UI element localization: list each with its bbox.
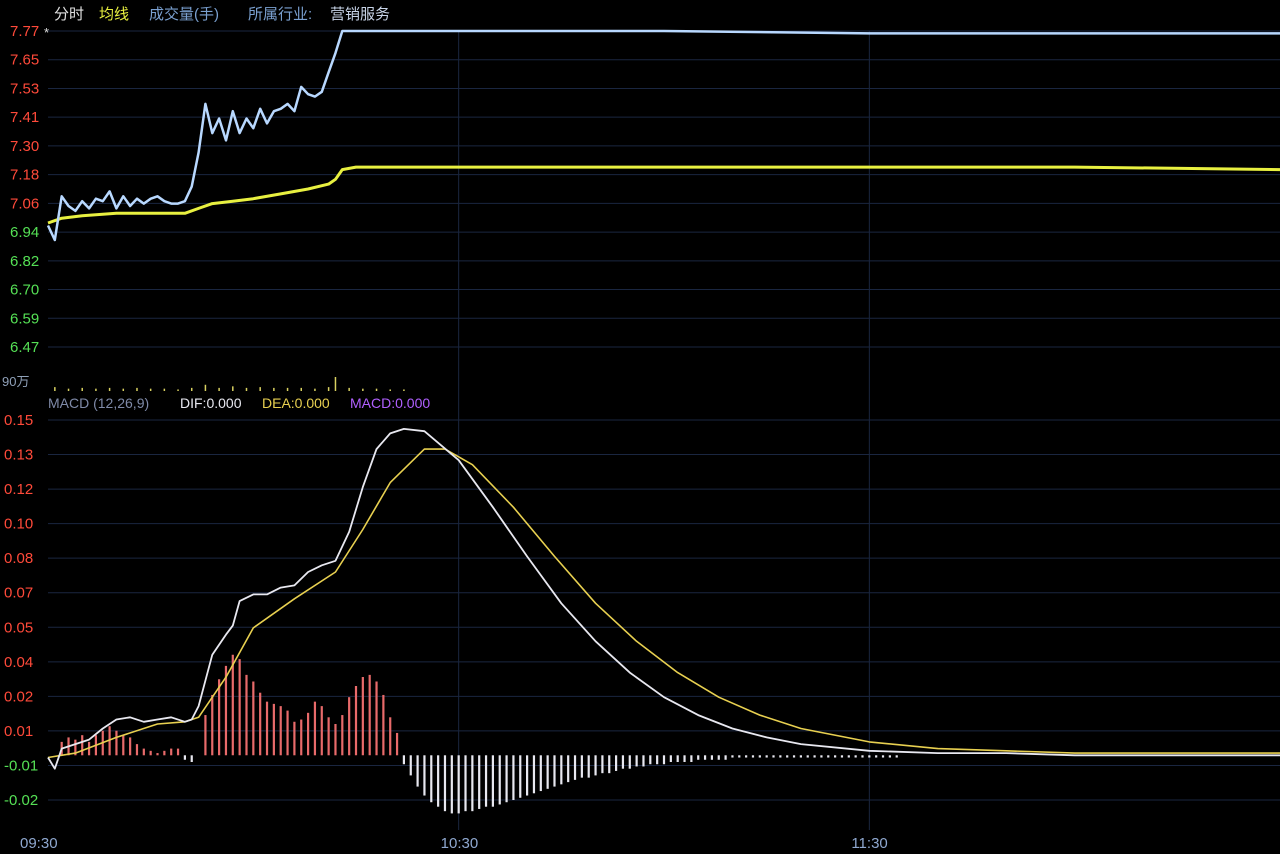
price-marker-icon: * [44, 25, 49, 40]
macd-tick-label: 0.05 [4, 619, 33, 636]
time-axis: 09:30 10:30 11:30 [20, 835, 888, 852]
macd-tick-label: 0.12 [4, 481, 33, 498]
price-tick-label: 7.18 [10, 167, 39, 184]
price-tick-label: 6.82 [10, 253, 39, 270]
chart-canvas: 7.77 7.65 7.53 7.41 7.30 7.18 7.06 6.94 6.82 6.70… [2, 23, 1280, 852]
price-tick-label: 7.06 [10, 195, 39, 212]
price-tick-label: 7.77 [10, 23, 39, 40]
macd-tick-label: 0.04 [4, 654, 33, 671]
avg-price-line [47, 165, 1280, 225]
macd-tick-label: 0.07 [4, 585, 33, 602]
macd-tick-label: -0.01 [4, 757, 38, 774]
price-tick-label: 7.30 [10, 138, 39, 155]
macd-tick-label: 0.13 [4, 447, 33, 464]
volume-axis-label: 90万 [2, 374, 29, 389]
dif-value: DIF:0.000 [180, 395, 242, 411]
macd-indicator-name: MACD (12,26,9) [48, 395, 150, 411]
price-tick-label: 6.59 [10, 310, 39, 327]
volume-bars [54, 377, 405, 391]
price-axis: 7.77 7.65 7.53 7.41 7.30 7.18 7.06 6.94 6.82 6.70… [10, 23, 39, 356]
price-tick-label: 6.70 [10, 282, 39, 299]
industry-label: 所属行业: [248, 6, 313, 23]
price-tick-label: 7.65 [10, 52, 39, 69]
price-tick-label: 6.94 [10, 224, 39, 241]
time-tick-label: 11:30 [851, 835, 887, 852]
tab-avg[interactable]: 均线 [99, 3, 129, 24]
macd-tick-label: 0.15 [4, 412, 33, 429]
macd-axis: 0.15 0.13 0.12 0.10 0.08 0.07 0.05 0.04 0.02 0.01… [4, 412, 38, 809]
macd-histogram [60, 654, 898, 814]
industry-value[interactable]: 营销服务 [330, 3, 390, 24]
price-tick-label: 7.41 [10, 109, 39, 126]
volume-label: 成交量(手) [149, 6, 219, 23]
macd-tick-label: -0.02 [4, 792, 38, 809]
macd-tick-label: 0.01 [4, 723, 33, 740]
price-tick-label: 6.47 [10, 339, 39, 356]
macd-tick-label: 0.08 [4, 550, 33, 567]
time-tick-label: 10:30 [441, 835, 479, 852]
tab-timeshare[interactable]: 分时 [54, 3, 84, 24]
time-tick-label: 09:30 [20, 835, 58, 852]
price-tick-label: 7.53 [10, 80, 39, 97]
macd-tick-label: 0.10 [4, 516, 33, 533]
macd-tick-label: 0.02 [4, 688, 33, 705]
price-line [46, 29, 1280, 242]
dea-value: DEA:0.000 [262, 395, 330, 411]
macd-value: MACD:0.000 [350, 395, 431, 411]
